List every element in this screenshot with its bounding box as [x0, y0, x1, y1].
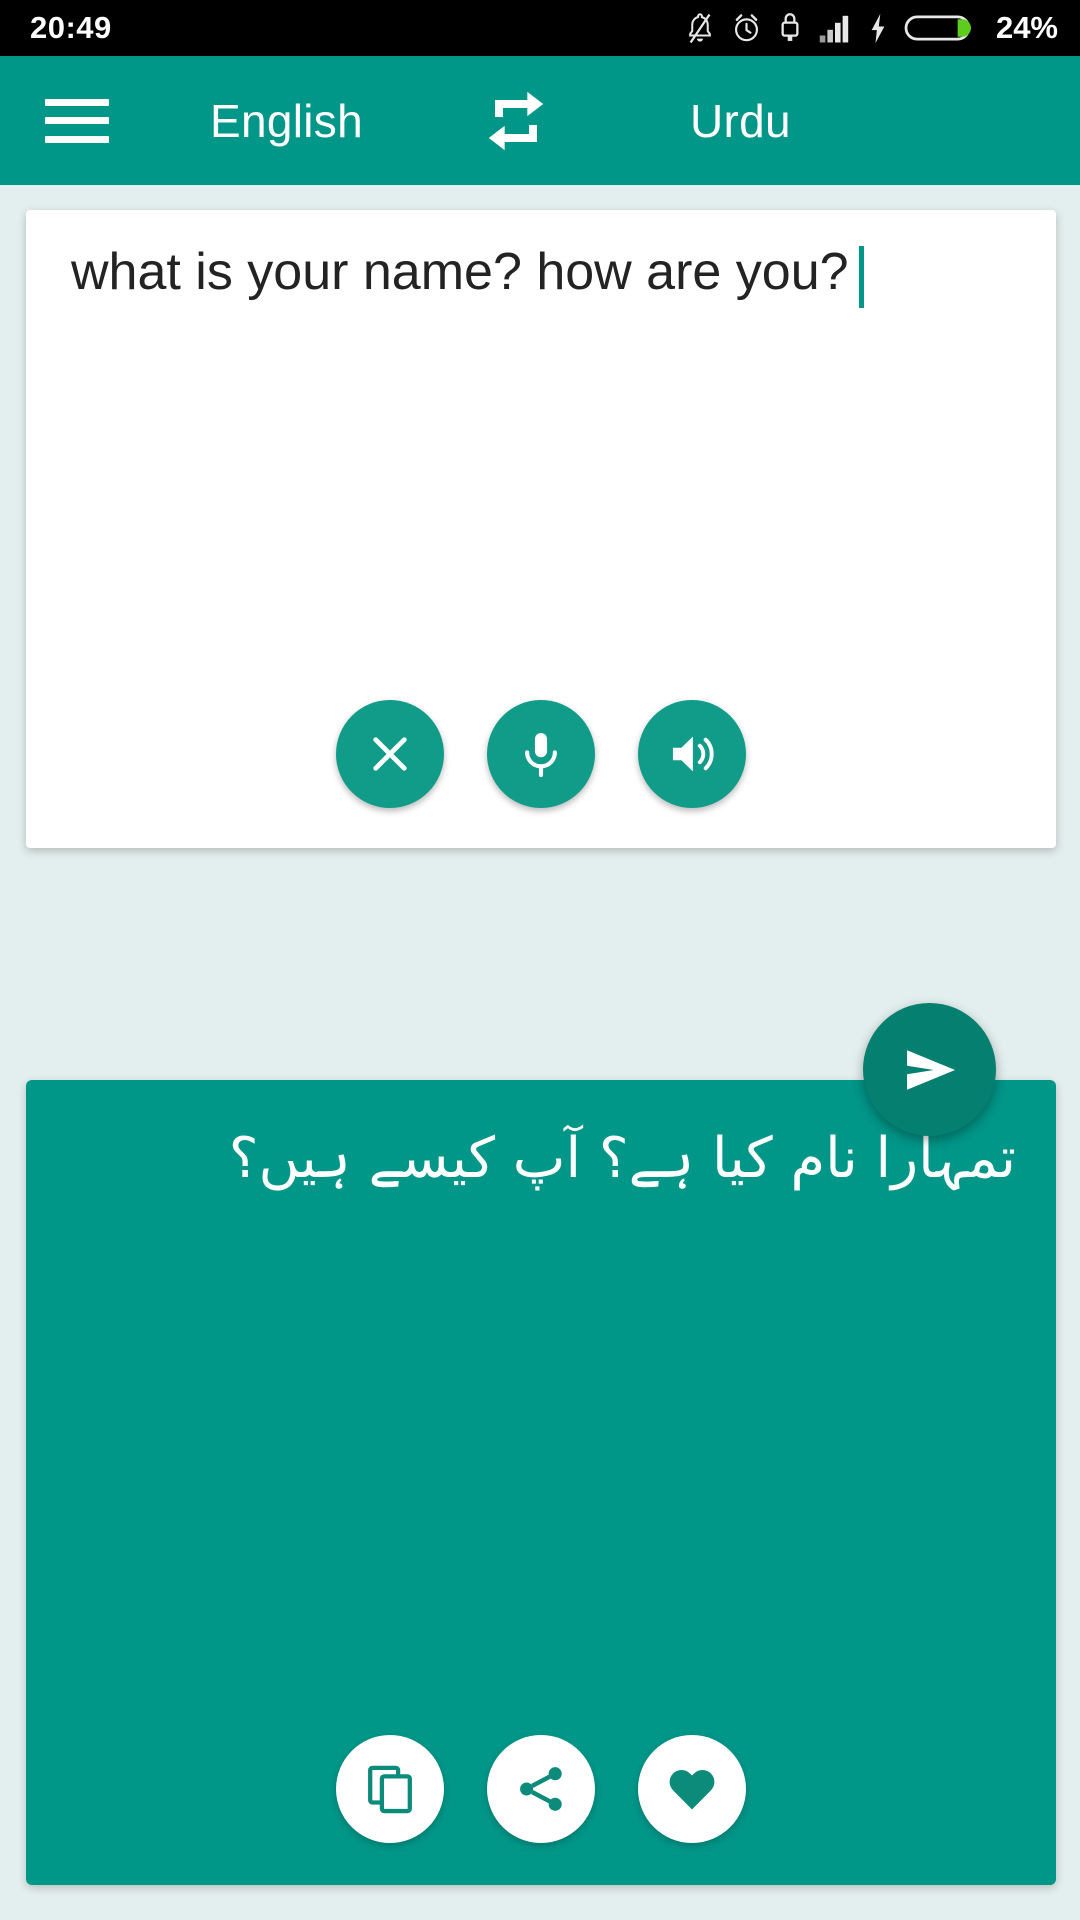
source-actions-row: [26, 700, 1056, 808]
status-bar: 20:49 24%: [0, 0, 1080, 56]
hamburger-line: [45, 135, 109, 143]
battery-percent-label: 24%: [995, 10, 1058, 45]
source-text-card: what is your name? how are you?: [26, 210, 1056, 848]
source-text-value: what is your name? how are you?: [71, 243, 849, 301]
alarm-clock-icon: [734, 13, 758, 41]
close-icon: [373, 737, 407, 771]
bell-muted-icon: [689, 12, 711, 43]
send-button[interactable]: [863, 1003, 996, 1136]
signal-bars-icon: [819, 15, 849, 42]
speaker-icon: [672, 736, 714, 772]
status-time: 20:49: [30, 10, 112, 45]
share-icon: [520, 1767, 562, 1811]
swap-languages-icon[interactable]: [480, 85, 552, 157]
speak-source-button[interactable]: [638, 700, 746, 808]
target-language-selector[interactable]: Urdu: [690, 94, 791, 148]
send-icon: [906, 1049, 955, 1090]
text-cursor: [858, 246, 864, 308]
source-text-input[interactable]: what is your name? how are you?: [71, 240, 1016, 308]
battery-icon: [904, 15, 971, 41]
translated-text-card: تمہارا نام کیا ہے؟ آپ کیسے ہیں؟: [26, 1080, 1056, 1885]
status-icons-group: 24%: [685, 10, 1058, 46]
favorite-button[interactable]: [638, 1735, 746, 1843]
source-language-selector[interactable]: English: [210, 94, 363, 148]
microphone-icon: [525, 732, 557, 778]
clear-button[interactable]: [336, 700, 444, 808]
voice-input-button[interactable]: [487, 700, 595, 808]
translated-text-value: تمہارا نام کیا ہے؟ آپ کیسے ہیں؟: [228, 1126, 1016, 1191]
share-button[interactable]: [487, 1735, 595, 1843]
hamburger-line: [45, 98, 109, 106]
app-screen: 20:49 24% English Urdu what is your name…: [0, 0, 1080, 1920]
app-bar: English Urdu: [0, 56, 1080, 185]
usb-lock-icon: [781, 12, 799, 41]
heart-icon: [669, 1769, 715, 1810]
translation-actions-row: [26, 1735, 1056, 1843]
copy-icon: [368, 1765, 412, 1814]
charging-bolt-icon: [871, 13, 885, 43]
hamburger-menu-icon[interactable]: [45, 98, 109, 143]
hamburger-line: [45, 117, 109, 124]
copy-button[interactable]: [336, 1735, 444, 1843]
